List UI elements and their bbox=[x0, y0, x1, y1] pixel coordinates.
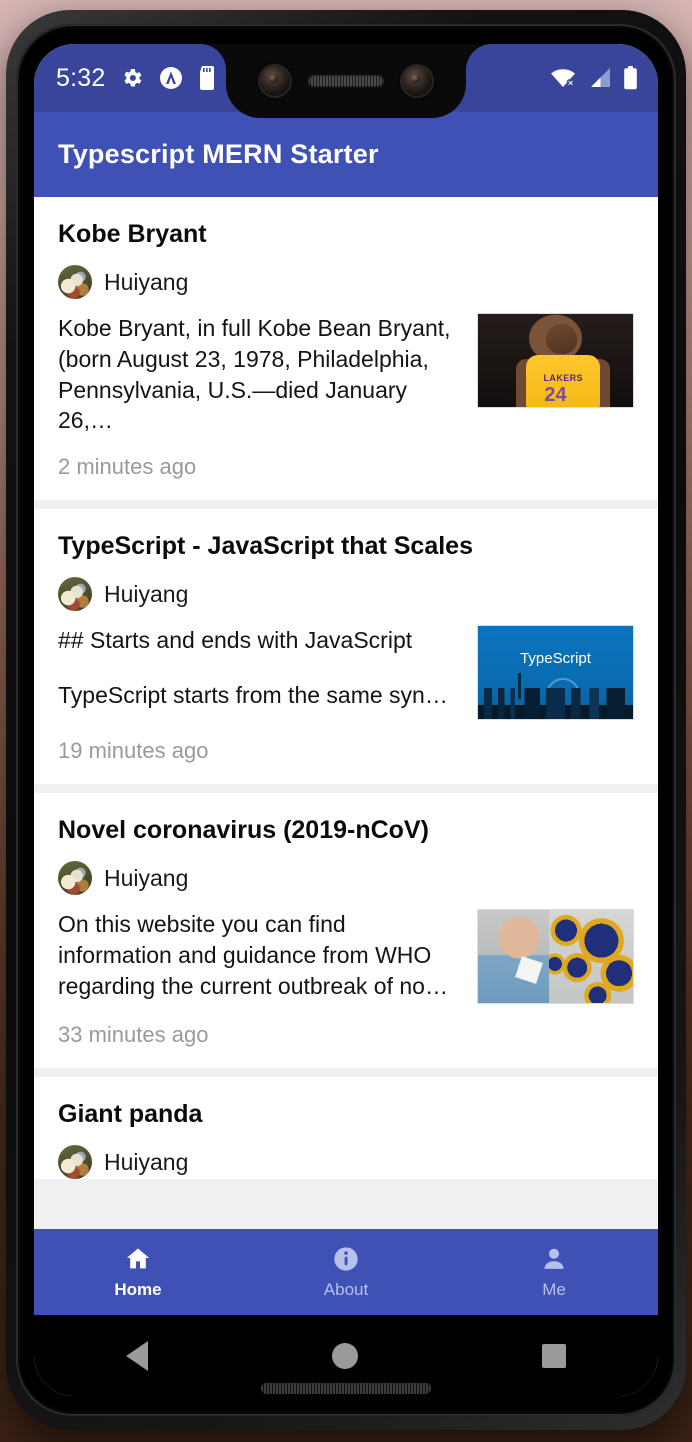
article-paragraph: TypeScript starts from the same syn… bbox=[58, 682, 448, 709]
home-icon bbox=[123, 1245, 153, 1273]
recents-square-icon[interactable] bbox=[542, 1343, 566, 1368]
article-author-row: Huiyang bbox=[58, 265, 634, 299]
article-paragraph: ## Starts and ends with JavaScript bbox=[58, 627, 413, 654]
article-paragraph: Kobe Bryant, in full Kobe Bean Bryant, (… bbox=[58, 315, 451, 434]
article-feed[interactable]: Kobe Bryant Huiyang Kobe Bryant, in full… bbox=[34, 197, 658, 1247]
article-body: On this website you can find information… bbox=[58, 909, 461, 1001]
article-title: Novel coronavirus (2019-nCoV) bbox=[58, 816, 429, 845]
bottom-navigation: Home About Me bbox=[34, 1229, 658, 1315]
article-author-row: Huiyang bbox=[58, 577, 634, 612]
article-body: Kobe Bryant, in full Kobe Bean Bryant, (… bbox=[58, 313, 461, 436]
article-thumbnail[interactable]: TypeScript bbox=[477, 625, 634, 721]
article-body-row: On this website you can find information… bbox=[58, 909, 634, 1005]
front-camera-right-icon bbox=[400, 64, 434, 98]
thumbnail-skyline bbox=[478, 687, 633, 720]
nav-label-about: About bbox=[323, 1279, 369, 1299]
article-paragraph: On this website you can find information… bbox=[58, 911, 448, 999]
article-card[interactable]: TypeScript - JavaScript that Scales Huiy… bbox=[34, 509, 658, 785]
nav-item-me[interactable]: Me bbox=[450, 1245, 658, 1300]
status-bar-clock: 5:32 bbox=[56, 63, 106, 92]
nav-item-home[interactable]: Home bbox=[34, 1245, 242, 1300]
article-author-name: Huiyang bbox=[104, 1148, 189, 1175]
status-bar-left: 5:32 bbox=[34, 64, 218, 93]
article-body: ## Starts and ends with JavaScript TypeS… bbox=[58, 625, 461, 711]
article-title: TypeScript - JavaScript that Scales bbox=[58, 532, 473, 561]
thumbnail-figure-head bbox=[546, 324, 578, 354]
back-triangle-icon[interactable] bbox=[126, 1340, 148, 1371]
cell-signal-icon bbox=[588, 67, 612, 89]
thumbnail-person bbox=[478, 910, 550, 1004]
avatar bbox=[58, 861, 92, 896]
thumbnail-virus-particles bbox=[540, 910, 633, 1004]
article-author-name: Huiyang bbox=[104, 580, 189, 607]
thumbnail-jersey-number: 24 bbox=[544, 384, 567, 406]
home-circle-icon[interactable] bbox=[332, 1342, 358, 1369]
article-author-name: Huiyang bbox=[104, 268, 189, 295]
gear-icon bbox=[120, 66, 144, 90]
avatar bbox=[58, 265, 92, 299]
article-thumbnail[interactable] bbox=[477, 909, 634, 1005]
battery-full-icon bbox=[623, 66, 638, 90]
nav-label-me: Me bbox=[542, 1279, 566, 1299]
article-body-row: ## Starts and ends with JavaScript TypeS… bbox=[58, 625, 634, 721]
person-icon bbox=[539, 1245, 569, 1273]
info-icon bbox=[331, 1245, 361, 1273]
avatar bbox=[58, 577, 92, 612]
article-card[interactable]: Kobe Bryant Huiyang Kobe Bryant, in full… bbox=[34, 197, 658, 501]
nav-label-home: Home bbox=[114, 1279, 162, 1299]
phone-bezel: 5:32 Typescript MERN Starter Kobe Bryant… bbox=[16, 24, 676, 1416]
article-card[interactable]: Novel coronavirus (2019-nCoV) Huiyang On… bbox=[34, 793, 658, 1069]
app-bar: Typescript MERN Starter bbox=[34, 112, 658, 197]
article-body-row: Kobe Bryant, in full Kobe Bean Bryant, (… bbox=[58, 313, 634, 436]
phone-screen: 5:32 Typescript MERN Starter Kobe Bryant… bbox=[34, 44, 658, 1396]
article-author-row: Huiyang bbox=[58, 861, 634, 896]
display-notch bbox=[200, 44, 466, 118]
bottom-speaker-grille bbox=[261, 1383, 431, 1394]
nav-item-about[interactable]: About bbox=[242, 1245, 450, 1300]
article-author-name: Huiyang bbox=[104, 864, 189, 891]
thumbnail-caption: TypeScript bbox=[520, 650, 591, 668]
status-bar-right bbox=[550, 66, 658, 90]
avatar bbox=[58, 1145, 92, 1180]
article-card[interactable]: Giant panda Huiyang bbox=[34, 1077, 658, 1180]
expo-circle-a-icon bbox=[159, 66, 183, 90]
status-bar: 5:32 bbox=[34, 44, 658, 118]
article-timestamp: 2 minutes ago bbox=[58, 454, 197, 480]
wifi-off-icon bbox=[550, 67, 577, 89]
phone-frame: 5:32 Typescript MERN Starter Kobe Bryant… bbox=[6, 10, 686, 1430]
article-thumbnail[interactable]: 24 bbox=[477, 313, 634, 408]
article-title: Giant panda bbox=[58, 1100, 203, 1129]
article-title: Kobe Bryant bbox=[58, 220, 207, 248]
article-timestamp: 19 minutes ago bbox=[58, 738, 209, 764]
app-title: Typescript MERN Starter bbox=[58, 139, 379, 169]
article-author-row: Huiyang bbox=[58, 1145, 634, 1180]
earpiece-speaker bbox=[308, 75, 384, 87]
article-timestamp: 33 minutes ago bbox=[58, 1022, 209, 1048]
front-camera-left-icon bbox=[258, 64, 292, 98]
